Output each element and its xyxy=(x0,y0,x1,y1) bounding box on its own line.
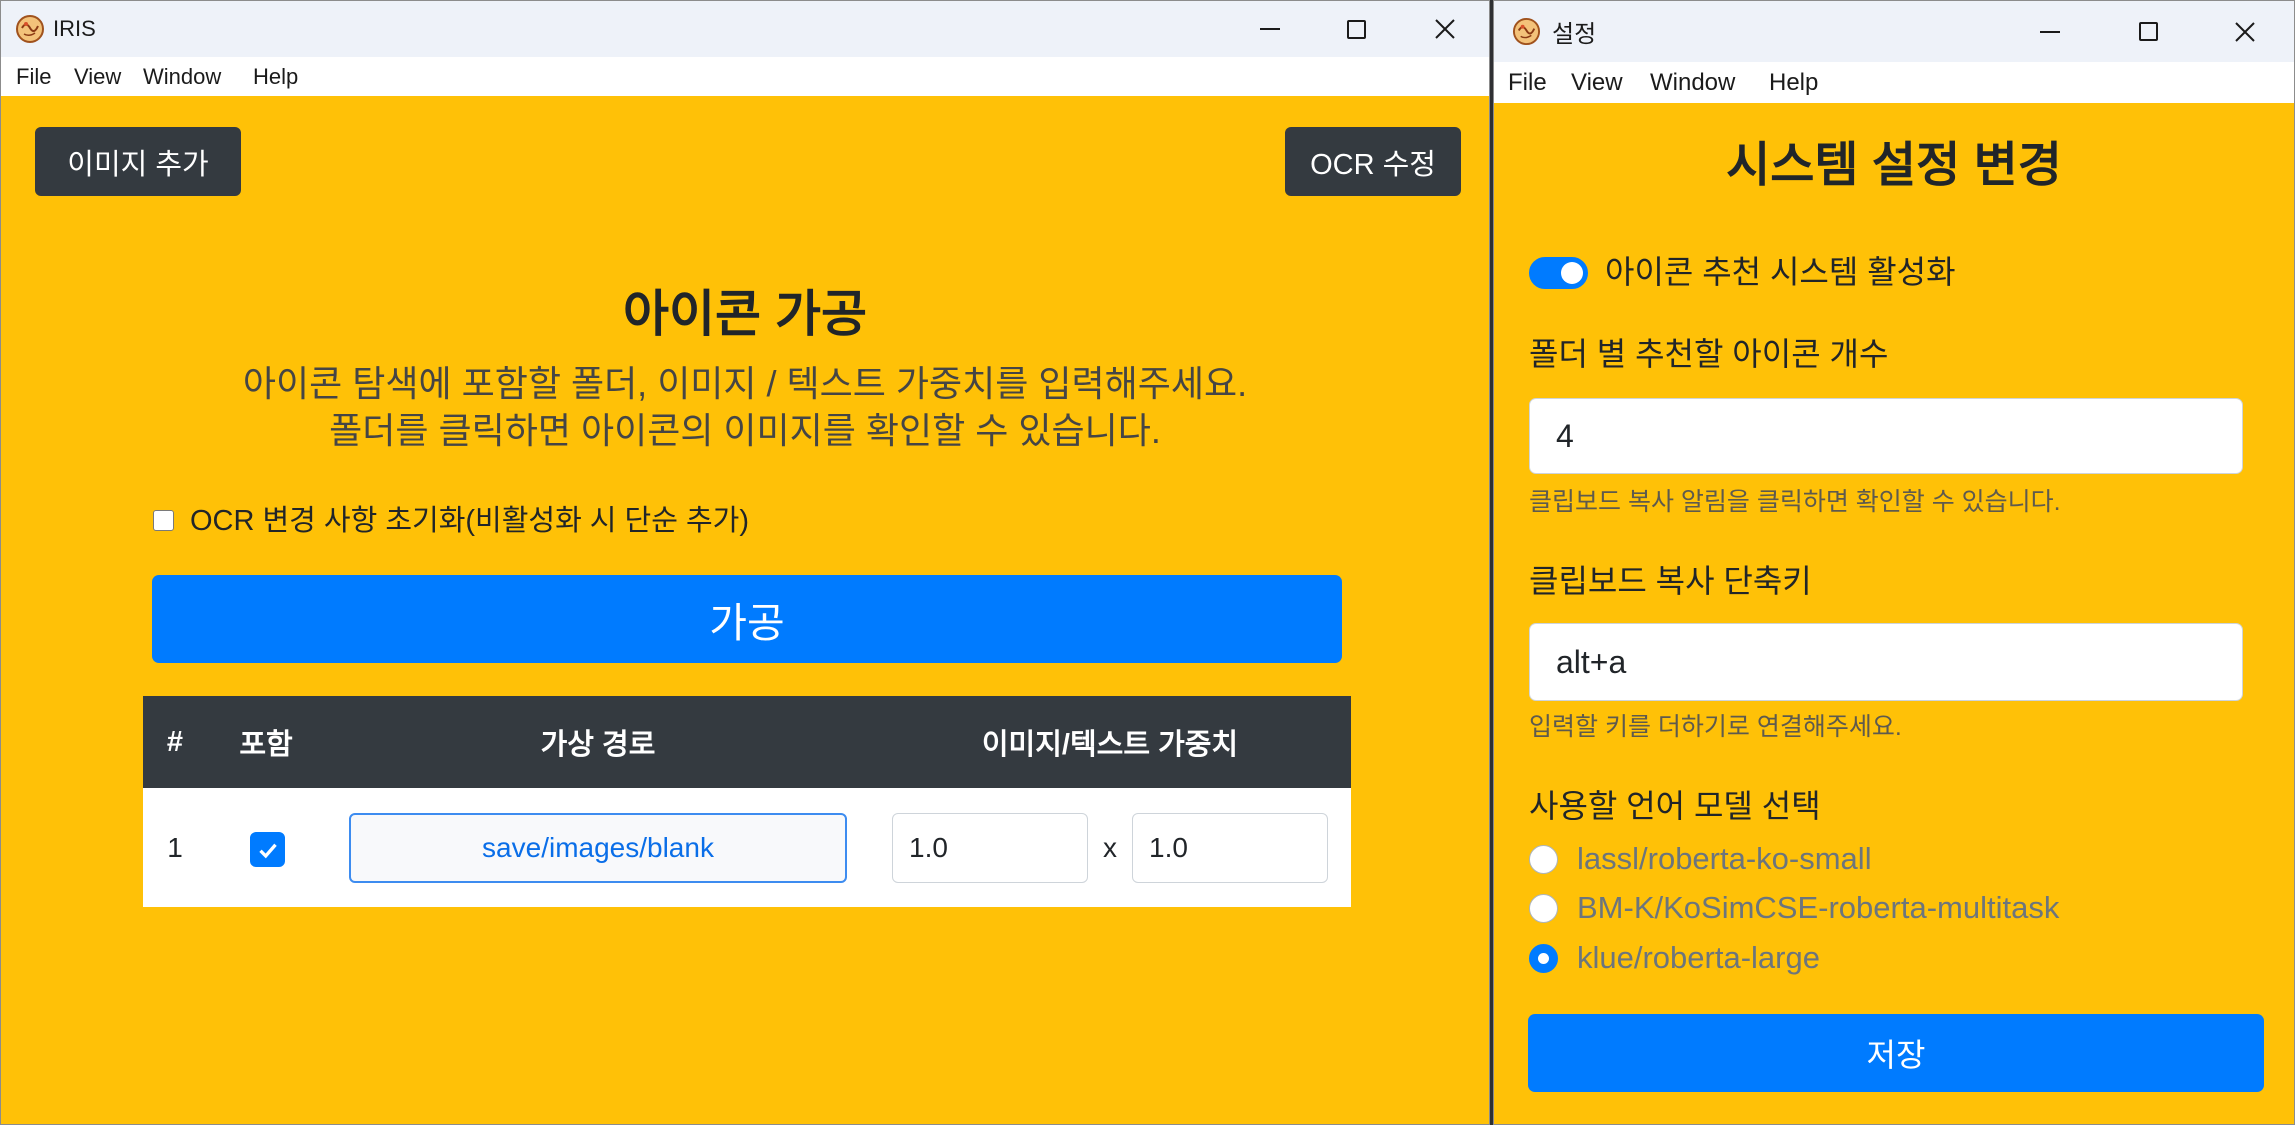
column-header-include: 포함 xyxy=(239,729,293,761)
maximize-icon xyxy=(1346,19,1366,39)
toggle-knob xyxy=(1561,262,1583,284)
close-icon xyxy=(2235,21,2255,42)
image-weight-input[interactable] xyxy=(892,813,1088,883)
menu-view[interactable]: View xyxy=(74,57,121,96)
menu-file[interactable]: File xyxy=(1508,62,1547,103)
window-title: 설정 xyxy=(1552,21,1597,48)
clipboard-shortcut-label: 클립보드 복사 단축키 xyxy=(1529,563,1812,599)
menu-window[interactable]: Window xyxy=(1650,62,1735,103)
clipboard-shortcut-help: 입력할 키를 더하기로 연결해주세요. xyxy=(1529,713,1902,741)
model-option-label[interactable]: BM-K/KoSimCSE-roberta-multitask xyxy=(1577,888,2059,928)
text-weight-input[interactable] xyxy=(1132,813,1328,883)
table-header: # 포함 가상 경로 이미지/텍스트 가중치 xyxy=(143,696,1351,788)
minimize-icon xyxy=(1260,28,1280,30)
maximize-button[interactable] xyxy=(2104,1,2192,62)
reset-ocr-checkbox[interactable] xyxy=(153,510,174,531)
model-radio-klue[interactable] xyxy=(1529,944,1558,973)
close-button[interactable] xyxy=(2201,1,2289,62)
weight-separator: x xyxy=(1103,831,1117,863)
menu-help[interactable]: Help xyxy=(1769,62,1818,103)
menu-view[interactable]: View xyxy=(1571,62,1623,103)
settings-window: 설정 File View Window Help 시스템 설정 변경 아이콘 추… xyxy=(1493,0,2295,1125)
minimize-icon xyxy=(2040,30,2060,33)
save-button[interactable]: 저장 xyxy=(1528,1014,2264,1092)
icons-per-folder-help: 클립보드 복사 알림을 클릭하면 확인할 수 있습니다. xyxy=(1529,488,2061,516)
menu-window[interactable]: Window xyxy=(143,57,221,96)
model-radio-kosimcse[interactable] xyxy=(1529,894,1558,923)
close-button[interactable] xyxy=(1401,1,1489,57)
maximize-button[interactable] xyxy=(1312,1,1400,57)
page-title: 아이콘 가공 xyxy=(623,286,867,342)
app-logo-icon xyxy=(1512,17,1541,46)
column-header-index: # xyxy=(166,725,184,758)
model-radio-lassl[interactable] xyxy=(1529,845,1558,874)
close-icon xyxy=(1435,19,1455,39)
menu-bar: File View Window Help xyxy=(1494,62,2294,103)
recommend-system-label[interactable]: 아이콘 추천 시스템 활성화 xyxy=(1605,253,1956,291)
maximize-icon xyxy=(2138,22,2158,41)
settings-title: 시스템 설정 변경 xyxy=(1726,139,2062,192)
row-index: 1 xyxy=(167,831,183,863)
language-model-label: 사용할 언어 모델 선택 xyxy=(1529,788,1821,824)
title-bar[interactable]: IRIS xyxy=(1,1,1489,57)
reset-ocr-label[interactable]: OCR 변경 사항 초기화(비활성화 시 단순 추가) xyxy=(190,503,749,539)
minimize-button[interactable] xyxy=(1226,1,1314,57)
column-header-virtual-path: 가상 경로 xyxy=(540,729,656,761)
column-header-weights: 이미지/텍스트 가중치 xyxy=(981,729,1239,761)
model-option-label[interactable]: lassl/roberta-ko-small xyxy=(1577,839,1872,879)
model-option-label[interactable]: klue/roberta-large xyxy=(1577,938,1820,978)
menu-bar: File View Window Help xyxy=(1,57,1489,96)
icons-per-folder-label: 폴더 별 추천할 아이콘 개수 xyxy=(1529,336,1889,372)
menu-help[interactable]: Help xyxy=(253,57,298,96)
edit-ocr-button[interactable]: OCR 수정 xyxy=(1285,127,1461,196)
description-line-2: 폴더를 클릭하면 아이콘의 이미지를 확인할 수 있습니다. xyxy=(329,410,1161,451)
app-logo-icon xyxy=(15,14,45,44)
virtual-path-button[interactable]: save/images/blank xyxy=(349,813,847,883)
add-image-button[interactable]: 이미지 추가 xyxy=(35,127,241,196)
window-title: IRIS xyxy=(53,16,96,41)
process-button[interactable]: 가공 xyxy=(152,575,1342,663)
title-bar[interactable]: 설정 xyxy=(1494,1,2294,62)
iris-main-window: IRIS File View Window Help 이미지 추가 OCR 수정… xyxy=(0,0,1490,1125)
clipboard-shortcut-input[interactable] xyxy=(1529,623,2243,701)
table-row: 1 save/images/blank x xyxy=(143,788,1351,907)
include-checkbox[interactable] xyxy=(250,832,285,867)
recommend-system-toggle[interactable] xyxy=(1529,257,1588,289)
menu-file[interactable]: File xyxy=(16,57,51,96)
icons-per-folder-input[interactable] xyxy=(1529,398,2243,474)
minimize-button[interactable] xyxy=(2006,1,2094,62)
description-line-1: 아이콘 탐색에 포함할 폴더, 이미지 / 텍스트 가중치를 입력해주세요. xyxy=(242,363,1248,404)
